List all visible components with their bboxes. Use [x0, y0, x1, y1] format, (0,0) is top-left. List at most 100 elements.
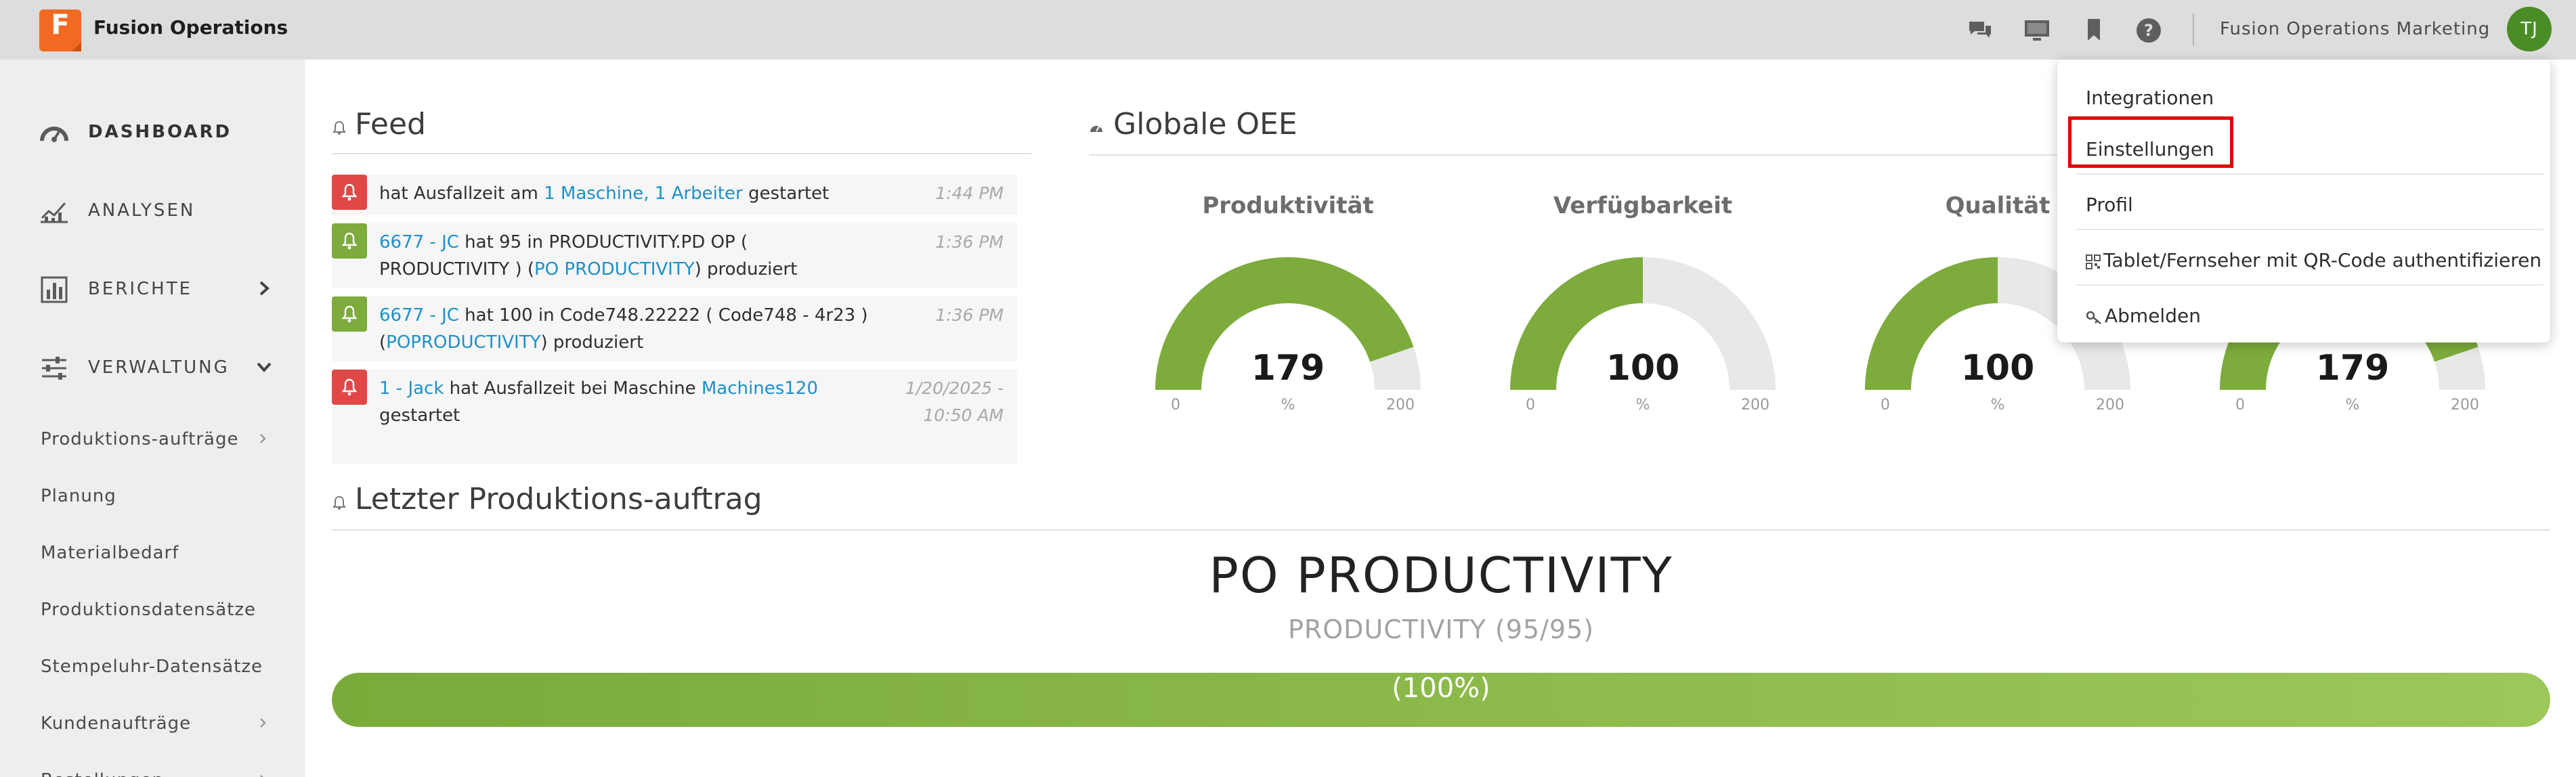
- feed-link[interactable]: Machines120: [702, 378, 818, 399]
- gauge-min: 0: [1881, 397, 1890, 414]
- menu-item-profil[interactable]: Profil: [2057, 179, 2550, 233]
- feed-link[interactable]: POPRODUCTIVITY: [386, 332, 540, 353]
- feed-link[interactable]: 6677 - JC: [379, 232, 459, 252]
- bell-icon: [332, 120, 346, 135]
- gauge-title: Produktivität: [1202, 192, 1374, 219]
- sidebar-subitem-planung[interactable]: Planung: [0, 475, 305, 516]
- gauge-verfuegbarkeit: Verfügbarkeit 100 0 % 200: [1501, 190, 1785, 420]
- gauge-max: 200: [2451, 397, 2479, 414]
- sidebar-subitem-label: Produktions-aufträge: [41, 429, 239, 449]
- feed-item-text: 6677 - JC hat 100 in Code748.22222 ( Cod…: [379, 305, 868, 353]
- feed-link[interactable]: PO PRODUCTIVITY: [534, 259, 695, 280]
- gauge-max: 200: [1741, 397, 1769, 414]
- oee-divider: [1089, 154, 2057, 156]
- feed-link[interactable]: 1 Maschine, 1 Arbeiter: [544, 183, 743, 204]
- highlight-box: [2068, 116, 2233, 168]
- progress-label: (100%): [1392, 673, 1490, 704]
- feed-item-time: 1:44 PM: [935, 183, 1004, 203]
- feed-link[interactable]: 1 - Jack: [379, 378, 444, 399]
- key-icon: [2086, 311, 2101, 324]
- success-badge: [332, 296, 367, 332]
- sidebar-subitem-materialbedarf[interactable]: Materialbedarf: [0, 532, 305, 573]
- menu-item-abmelden[interactable]: Abmelden: [2057, 290, 2550, 344]
- sidebar-subitem-stempeluhr-datensaetze[interactable]: Stempeluhr-Datensätze: [0, 646, 305, 686]
- chevron-right-icon: [260, 718, 266, 728]
- sidebar-item-label: DASHBOARD: [88, 122, 232, 142]
- menu-item-label: Tablet/Fernseher mit QR-Code authentifiz…: [2103, 249, 2542, 271]
- sidebar-item-label: ANALYSEN: [88, 200, 196, 221]
- gauge-value: 179: [2315, 348, 2390, 388]
- feed-item: hat Ausfallzeit am 1 Maschine, 1 Arbeite…: [332, 175, 1017, 215]
- app-logo[interactable]: F: [39, 9, 81, 51]
- production-order-subtitle: PRODUCTIVITY (95/95): [1287, 615, 1595, 644]
- sidebar-subitem-kundenauftraege[interactable]: Kundenaufträge: [0, 703, 305, 743]
- last-order-title: Letzter Produktions-auftrag: [355, 482, 763, 516]
- gauge-value: 100: [1960, 348, 2035, 388]
- sidebar-item-analysen[interactable]: ANALYSEN: [0, 176, 305, 244]
- svg-text:?: ?: [2144, 21, 2153, 40]
- sidebar-subitem-bestellungen[interactable]: Bestellungen: [0, 759, 305, 777]
- gauge-max: 200: [1386, 397, 1415, 414]
- chat-icon[interactable]: [1968, 18, 1992, 42]
- menu-item-qr-auth[interactable]: Tablet/Fernseher mit QR-Code authentifiz…: [2057, 234, 2550, 288]
- feed-item-time: 1/20/2025 - 10:50 AM: [905, 378, 1004, 425]
- feed-title: Feed: [355, 107, 426, 141]
- gauge-min: 0: [1171, 397, 1180, 414]
- app-title: Fusion Operations: [93, 16, 288, 39]
- gauge-produktivitaet: Produktivität 179 0 % 200: [1146, 190, 1430, 420]
- bell-icon: [341, 183, 358, 201]
- sidebar: DASHBOARD ANALYSEN BERICHTE VERWALTUNG P…: [0, 60, 305, 777]
- progress-bar: (100%): [332, 673, 2550, 727]
- org-name[interactable]: Fusion Operations Marketing: [2220, 19, 2490, 39]
- sidebar-subitem-label: Bestellungen: [41, 770, 164, 777]
- sidebar-item-berichte[interactable]: BERICHTE: [0, 254, 305, 322]
- gauge-unit: %: [2345, 397, 2360, 414]
- oee-title: Globale OEE: [1113, 107, 1297, 141]
- feed-item-text: hat Ausfallzeit am 1 Maschine, 1 Arbeite…: [379, 183, 830, 204]
- bell-icon: [341, 378, 358, 396]
- qr-code-icon: [2086, 254, 2101, 269]
- monitor-icon[interactable]: [2023, 18, 2049, 42]
- logo-letter: F: [51, 9, 70, 41]
- speedometer-icon: [40, 127, 68, 142]
- alert-badge: [332, 175, 367, 210]
- sidebar-subitem-label: Produktionsdatensätze: [41, 600, 257, 620]
- sidebar-subitem-produktionsauftraege[interactable]: Produktions-aufträge: [0, 418, 305, 459]
- gauge-min: 0: [1526, 397, 1535, 414]
- chevron-right-icon: [260, 775, 263, 777]
- sidebar-item-label: BERICHTE: [88, 279, 193, 299]
- bookmark-icon[interactable]: [2082, 18, 2106, 42]
- gauge-unit: %: [1635, 397, 1650, 414]
- sidebar-subitem-label: Planung: [41, 486, 116, 506]
- avatar[interactable]: TJ: [2507, 7, 2552, 51]
- gauge-unit: %: [1281, 397, 1295, 414]
- line-chart-icon: [41, 202, 68, 223]
- gauge-title: Verfügbarkeit: [1553, 192, 1733, 219]
- chevron-right-icon: [260, 434, 266, 443]
- menu-item-label: Abmelden: [2105, 305, 2201, 327]
- sidebar-subitem-produktionsdatensaetze[interactable]: Produktionsdatensätze: [0, 589, 305, 629]
- sidebar-subitem-label: Kundenaufträge: [41, 713, 192, 734]
- feed-item: 6677 - JC hat 100 in Code748.22222 ( Cod…: [332, 296, 1017, 361]
- chevron-down-icon: [257, 362, 272, 372]
- production-order-name[interactable]: PO PRODUCTIVITY: [332, 547, 2550, 604]
- gauge-max: 200: [2096, 397, 2124, 414]
- gauge-value: 100: [1606, 348, 1680, 388]
- help-icon[interactable]: ?: [2136, 18, 2161, 43]
- success-badge: [332, 223, 367, 259]
- gauge-value: 179: [1251, 348, 1325, 388]
- feed-item: 1 - Jack hat Ausfallzeit bei Maschine Ma…: [332, 370, 1017, 464]
- sidebar-item-label: VERWALTUNG: [88, 357, 230, 378]
- top-divider: [2193, 14, 2194, 46]
- feed-item: 6677 - JC hat 95 in PRODUCTIVITY.PD OP (…: [332, 223, 1017, 288]
- feed-link[interactable]: 6677 - JC: [379, 305, 459, 326]
- top-bar: F Fusion Operations ? Fusion Operations …: [0, 0, 2576, 60]
- sidebar-item-verwaltung[interactable]: VERWALTUNG: [0, 333, 305, 401]
- alert-badge: [332, 370, 367, 405]
- menu-item-label: Integrationen: [2086, 87, 2214, 109]
- gauge-unit: %: [1990, 397, 2005, 414]
- menu-item-label: Profil: [2086, 194, 2133, 216]
- speedometer-icon: [1090, 126, 1102, 132]
- sidebar-item-dashboard[interactable]: DASHBOARD: [0, 97, 305, 165]
- feed-item-text: 6677 - JC hat 95 in PRODUCTIVITY.PD OP (…: [379, 232, 798, 280]
